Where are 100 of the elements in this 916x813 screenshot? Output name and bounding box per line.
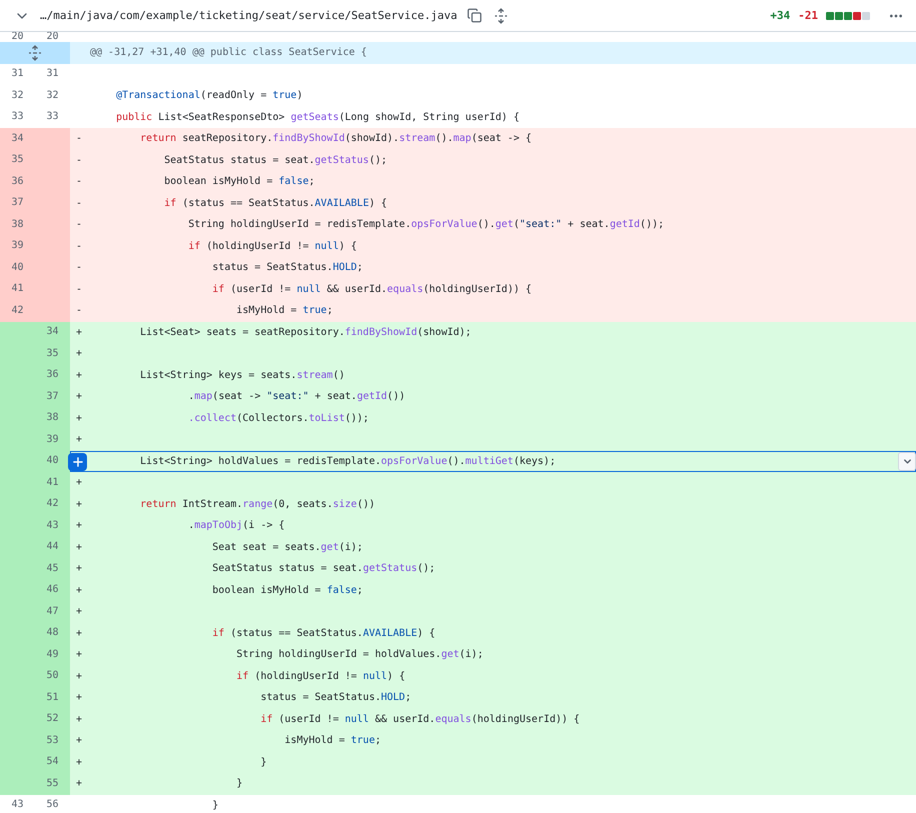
code-line: if (holdingUserId != null) { bbox=[187, 240, 357, 252]
line-number: 49 bbox=[46, 650, 59, 660]
expand-icon[interactable] bbox=[28, 44, 42, 61]
diff-sign: - bbox=[76, 176, 84, 188]
diff-sign: + bbox=[76, 370, 84, 381]
line-menu-button[interactable] bbox=[898, 452, 916, 470]
diff-sign: - bbox=[76, 219, 84, 230]
line-number: 50 bbox=[46, 671, 59, 682]
line-number: 55 bbox=[46, 778, 59, 789]
code-line: if (userId != null && userId.equals(holdingUserId)) { bbox=[211, 284, 532, 295]
code-line: status = SeatStatus.HOLD; bbox=[260, 692, 412, 704]
line-number: 33 bbox=[11, 112, 24, 122]
diff-sign: + bbox=[76, 606, 84, 618]
copy-icon[interactable] bbox=[467, 8, 482, 23]
code-line: @Transactional(readOnly = true) bbox=[115, 90, 303, 102]
line-number: 32 bbox=[11, 90, 24, 101]
diff-sign: + bbox=[76, 542, 84, 553]
line-number: 52 bbox=[46, 714, 59, 724]
hunk-header: @@ -31,27 +31,40 @@ public class SeatService { bbox=[70, 42, 916, 64]
line-number: 53 bbox=[46, 736, 59, 746]
code-line: String holdingUserId = redisTemplate.opsForValue().get("seat:" + seat.getId()); bbox=[187, 219, 664, 230]
diff-sign: - bbox=[76, 154, 84, 166]
code-line: return IntStream.range(0, seats.size()) bbox=[139, 498, 376, 510]
diff-sign: + bbox=[76, 326, 84, 338]
diff-sign: + bbox=[76, 520, 84, 532]
diff-sign: - bbox=[76, 262, 84, 274]
diff-sign: - bbox=[76, 198, 84, 209]
line-number: 33 bbox=[46, 112, 59, 122]
line-number: 43 bbox=[11, 800, 24, 810]
line-number: 39 bbox=[46, 434, 59, 445]
code-line: isMyHold = true; bbox=[284, 735, 382, 746]
line-number: 51 bbox=[46, 692, 59, 703]
diff-sign: + bbox=[76, 778, 84, 790]
code-line: } bbox=[235, 778, 243, 790]
line-number: 38 bbox=[46, 413, 59, 424]
diff-sign: + bbox=[76, 628, 84, 639]
code-line: isMyHold = true; bbox=[235, 305, 333, 316]
code-line: if (userId != null && userId.equals(holdingUserId)) { bbox=[260, 714, 580, 725]
diff-sign: - bbox=[76, 305, 84, 316]
line-number: 56 bbox=[46, 800, 59, 810]
diff-sign: + bbox=[76, 649, 84, 660]
code-line: List<String> keys = seats.stream() bbox=[139, 370, 345, 381]
code-line: SeatStatus status = seat.getStatus(); bbox=[163, 154, 388, 166]
line-number: 36 bbox=[46, 370, 59, 380]
expand-icon[interactable] bbox=[494, 8, 508, 24]
code-line: } bbox=[260, 756, 267, 768]
line-number: 47 bbox=[46, 606, 59, 617]
diff-sign: - bbox=[76, 284, 84, 295]
line-number: 43 bbox=[46, 520, 59, 531]
diff-sign: + bbox=[76, 756, 84, 768]
diff-sign: + bbox=[76, 434, 84, 446]
diff-sign: - bbox=[76, 133, 84, 144]
line-number: 39 bbox=[11, 241, 24, 252]
diff-sign: + bbox=[76, 391, 84, 402]
diff-sign: - bbox=[76, 240, 84, 252]
line-number: 45 bbox=[46, 564, 59, 574]
diff-sign: + bbox=[76, 477, 84, 488]
line-number: 36 bbox=[11, 176, 24, 187]
line-number: 41 bbox=[11, 284, 24, 294]
deletions-count: -21 bbox=[798, 9, 818, 22]
file-path: …/main/java/com/example/ticketing/seat/service/SeatService.java bbox=[40, 9, 458, 22]
plus-icon bbox=[70, 454, 84, 468]
code-line: SeatStatus status = seat.getStatus(); bbox=[211, 563, 436, 574]
diff-sign: + bbox=[76, 348, 84, 360]
line-number: 42 bbox=[11, 306, 24, 316]
code-line: .map(seat -> "seat:" + seat.getId()) bbox=[187, 391, 406, 402]
line-number: 54 bbox=[46, 757, 59, 768]
code-line: .collect(Collectors.toList()); bbox=[187, 412, 369, 424]
line-number: 42 bbox=[46, 499, 59, 510]
line-number: 38 bbox=[11, 220, 24, 230]
line-number: 35 bbox=[46, 348, 59, 359]
line-number: 41 bbox=[46, 478, 59, 488]
line-number: 37 bbox=[11, 198, 24, 208]
line-number: 40 bbox=[11, 262, 24, 273]
line-number: 40 bbox=[46, 456, 59, 466]
line-number: 32 bbox=[46, 90, 59, 101]
diff-sign: + bbox=[76, 584, 84, 596]
diff-sign: + bbox=[76, 714, 84, 725]
diff-sign: + bbox=[76, 563, 84, 574]
code-line: String holdingUserId = holdValues.get(i); bbox=[235, 649, 484, 660]
line-number: 31 bbox=[11, 69, 24, 80]
line-number: 48 bbox=[46, 628, 59, 638]
additions-count: +34 bbox=[770, 9, 790, 22]
code-line: .mapToObj(i -> { bbox=[187, 520, 285, 532]
line-number: 34 bbox=[11, 134, 24, 144]
code-line: status = SeatStatus.HOLD; bbox=[211, 262, 363, 274]
code-line: List<Seat> seats = seatRepository.findByShowId(showId); bbox=[139, 326, 472, 338]
diff-sign: + bbox=[76, 670, 84, 682]
line-number: 34 bbox=[46, 327, 59, 338]
code-line: boolean isMyHold = false; bbox=[211, 584, 363, 596]
add-comment-button[interactable] bbox=[68, 452, 87, 470]
line-number: 35 bbox=[11, 155, 24, 166]
code-line: return seatRepository.findByShowId(showId).stream().map(seat -> { bbox=[139, 133, 532, 144]
code-line: } bbox=[211, 800, 218, 811]
line-number: 31 bbox=[46, 69, 59, 80]
diff-sign: + bbox=[76, 498, 84, 510]
diff-sign: + bbox=[76, 692, 84, 704]
code-line: if (status == SeatStatus.AVAILABLE) { bbox=[163, 198, 388, 209]
code-line: if (holdingUserId != null) { bbox=[235, 670, 406, 682]
code-line: public List<SeatResponseDto> getSeats(Long showId, String userId) { bbox=[115, 112, 520, 123]
